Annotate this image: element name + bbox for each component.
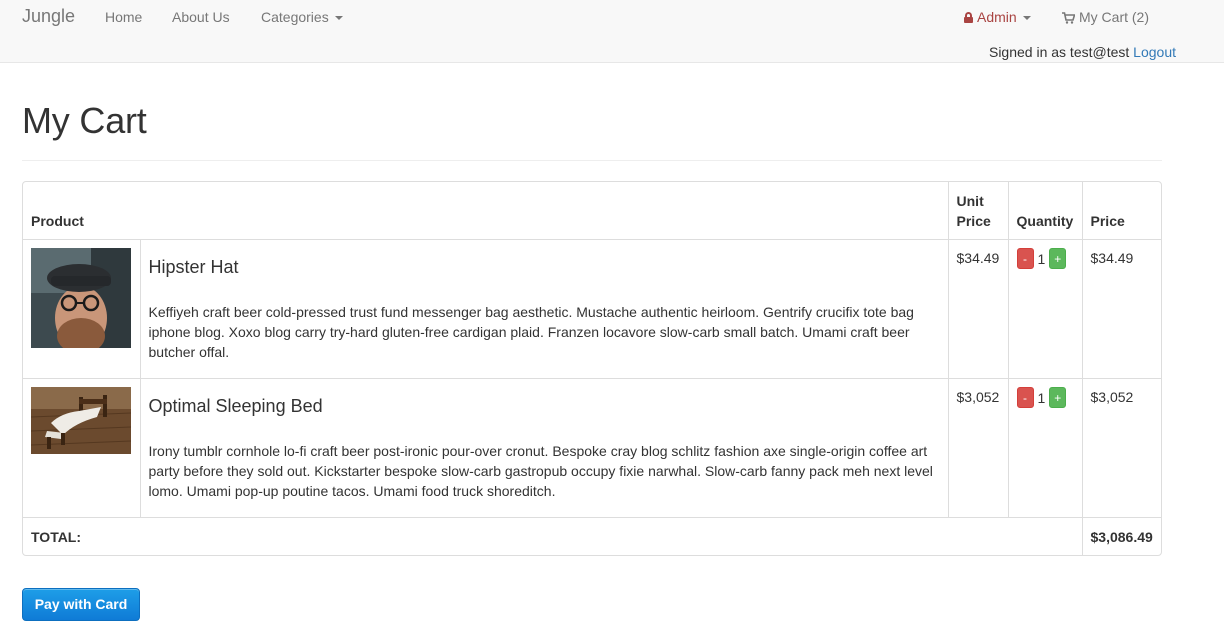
product-image-hipster-hat[interactable]	[31, 247, 131, 348]
my-cart-link[interactable]: My Cart (2)	[1062, 9, 1149, 25]
quantity-cell: -1 +	[1007, 238, 1083, 379]
signed-in-status: Signed in as test@test Logout	[989, 44, 1176, 60]
nav-categories-dropdown[interactable]: Categories	[261, 9, 343, 25]
price-cell: $3,052	[1081, 377, 1161, 518]
quantity-cell: -1 +	[1007, 377, 1083, 518]
admin-dropdown[interactable]: Admin	[964, 9, 1031, 25]
pay-with-card-button[interactable]: Pay with Card	[22, 588, 140, 621]
product-image-cell	[23, 238, 141, 379]
chevron-down-icon	[1022, 16, 1031, 21]
price-cell: $34.49	[1081, 238, 1161, 379]
decrease-quantity-button[interactable]: -	[1016, 387, 1034, 409]
nav-about-link[interactable]: About Us	[172, 9, 230, 25]
admin-label: Admin	[977, 9, 1017, 25]
brand-link[interactable]: Jungle	[22, 6, 75, 27]
my-cart-label: My Cart (2)	[1079, 9, 1149, 25]
product-description: Irony tumblr cornhole lo-fi craft beer p…	[148, 442, 933, 499]
product-description: Keffiyeh craft beer cold-pressed trust f…	[148, 303, 914, 360]
quantity-value: 1	[1037, 389, 1046, 406]
title-divider	[22, 160, 1162, 161]
shopping-cart-icon	[1062, 12, 1075, 24]
page-title: My Cart	[22, 100, 147, 141]
nav-categories-label: Categories	[261, 9, 329, 25]
table-row: Optimal Sleeping Bed Irony tumblr cornho…	[23, 377, 1161, 518]
quantity-value: 1	[1037, 250, 1046, 267]
header-unit-price: Unit Price	[947, 182, 1009, 240]
product-image-cell	[23, 377, 141, 518]
decrease-quantity-button[interactable]: -	[1016, 248, 1034, 270]
product-info-cell: Hipster Hat Keffiyeh craft beer cold-pre…	[139, 238, 949, 379]
nav-home-link[interactable]: Home	[105, 9, 142, 25]
navbar: Jungle Home About Us Categories Admin My…	[0, 0, 1224, 63]
product-name[interactable]: Hipster Hat	[149, 257, 940, 277]
lock-icon	[964, 12, 973, 23]
total-value: $3,086.49	[1081, 516, 1161, 555]
total-label: TOTAL:	[23, 516, 1083, 555]
product-image-sleeping-bed[interactable]	[31, 386, 131, 454]
logout-link[interactable]: Logout	[1133, 44, 1176, 60]
table-row: Hipster Hat Keffiyeh craft beer cold-pre…	[23, 238, 1161, 379]
unit-price-cell: $3,052	[947, 377, 1009, 518]
increase-quantity-button[interactable]: +	[1049, 248, 1067, 270]
header-product: Product	[23, 182, 949, 240]
unit-price-cell: $34.49	[947, 238, 1009, 379]
product-name[interactable]: Optimal Sleeping Bed	[149, 396, 940, 416]
cart-table: Product Unit Price Quantity Price Hipste…	[22, 181, 1162, 556]
chevron-down-icon	[334, 16, 343, 21]
header-quantity: Quantity	[1007, 182, 1083, 240]
table-header-row: Product Unit Price Quantity Price	[23, 182, 1161, 240]
total-row: TOTAL: $3,086.49	[23, 516, 1161, 555]
product-info-cell: Optimal Sleeping Bed Irony tumblr cornho…	[139, 377, 949, 518]
increase-quantity-button[interactable]: +	[1049, 387, 1067, 409]
header-price: Price	[1081, 182, 1161, 240]
signed-in-text: Signed in as test@test	[988, 44, 1130, 60]
